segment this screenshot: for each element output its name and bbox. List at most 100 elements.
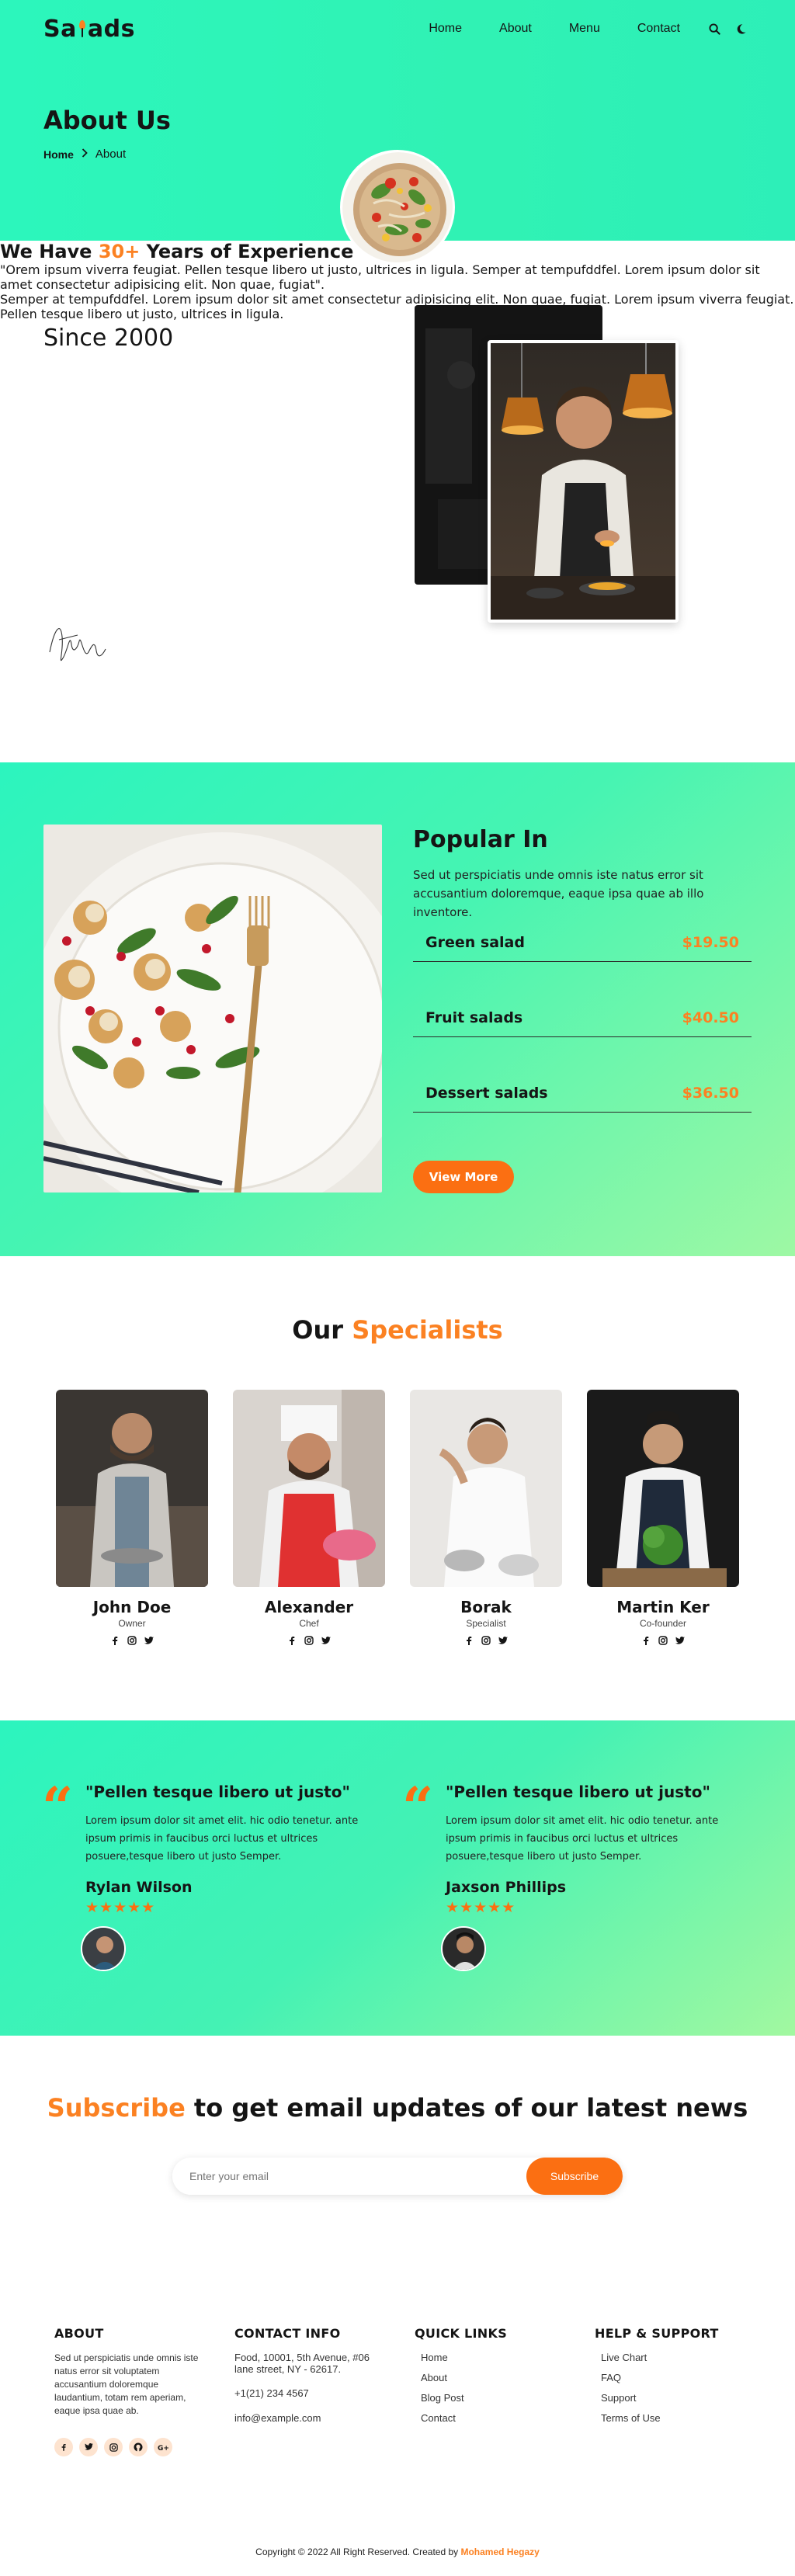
since-label: Since 2000 xyxy=(43,325,174,352)
specialist-photo xyxy=(410,1390,562,1587)
facebook-icon[interactable] xyxy=(109,1635,120,1646)
footer-link-contact[interactable]: Contact xyxy=(415,2412,554,2424)
menu-item-name: Fruit salads xyxy=(425,1009,523,1026)
avatar xyxy=(441,1926,486,1971)
menu-item-name: Dessert salads xyxy=(425,1084,548,1102)
popular-title: Popular In xyxy=(413,826,548,853)
footer-link-terms[interactable]: Terms of Use xyxy=(595,2412,742,2424)
facebook-icon[interactable] xyxy=(286,1635,297,1646)
nav-about[interactable]: About xyxy=(481,22,550,36)
moon-icon[interactable] xyxy=(730,18,752,40)
twitter-icon[interactable] xyxy=(321,1635,332,1646)
chevron-right-icon xyxy=(82,148,88,161)
specialist-name: Martin Ker xyxy=(616,1598,710,1616)
facebook-icon[interactable] xyxy=(463,1635,474,1646)
footer-about-text: Sed ut perspiciatis unde omnis iste natu… xyxy=(54,2352,199,2416)
footer-quick-title: QUICK LINKS xyxy=(415,2326,508,2341)
subscribe-form: Subscribe xyxy=(172,2158,623,2195)
logo-text-right: ads xyxy=(87,15,135,43)
specialist-name: Borak xyxy=(460,1598,512,1616)
testimonial-body: Lorem ipsum dolor sit amet elit. hic odi… xyxy=(85,1815,359,1863)
specialists-title: Our Specialists xyxy=(292,1315,503,1345)
footer-link-faq[interactable]: FAQ xyxy=(595,2372,742,2383)
instagram-icon[interactable] xyxy=(304,1635,314,1646)
testimonial-body: Lorem ipsum dolor sit amet elit. hic odi… xyxy=(446,1815,719,1863)
footer-contact-title: CONTACT INFO xyxy=(234,2326,341,2341)
view-more-button[interactable]: View More xyxy=(413,1161,514,1193)
specialist-photo xyxy=(233,1390,385,1587)
main-menu: Home About Menu Contact xyxy=(410,18,752,40)
testimonial-author: Rylan Wilson xyxy=(85,1879,193,1896)
search-icon[interactable] xyxy=(703,18,725,40)
instagram-icon[interactable] xyxy=(658,1635,668,1646)
specialist-card: John Doe Owner xyxy=(56,1390,208,1646)
specialist-role: Specialist xyxy=(466,1618,506,1629)
nav-menu[interactable]: Menu xyxy=(550,22,619,36)
menu-item-price: $36.50 xyxy=(682,1084,739,1102)
menu-item-green-salad[interactable]: Green salad $19.50 xyxy=(413,923,752,962)
specialist-name: Alexander xyxy=(264,1598,354,1616)
specialist-role: Chef xyxy=(299,1618,319,1629)
twitter-icon[interactable] xyxy=(144,1635,154,1646)
subscribe-button[interactable]: Subscribe xyxy=(526,2158,623,2195)
facebook-icon[interactable] xyxy=(54,2438,73,2456)
footer-quick-links: QUICK LINKS Home About Blog Post Contact xyxy=(415,2326,554,2432)
signature-image xyxy=(43,613,113,679)
nav-home[interactable]: Home xyxy=(410,22,481,36)
copyright-text: Copyright © 2022 All Right Reserved. Cre… xyxy=(255,2546,461,2557)
menu-item-fruit-salads[interactable]: Fruit salads $40.50 xyxy=(413,998,752,1037)
logo-text-left: Sa xyxy=(43,15,77,43)
rating-stars: ★★★★★ xyxy=(85,1899,156,1916)
footer-help-title: HELP & SUPPORT xyxy=(595,2326,719,2341)
instagram-icon[interactable] xyxy=(104,2438,123,2456)
testimonial-card: “ "Pellen tesque libero ut justo" Lorem … xyxy=(42,1775,377,1984)
specialist-social xyxy=(233,1635,385,1646)
breadcrumb-home[interactable]: Home xyxy=(43,148,74,161)
hero-banner: Sa ads Home About Menu Contact About Us H… xyxy=(0,0,795,265)
svg-text:G+: G+ xyxy=(158,2445,168,2451)
popular-section: Popular In Sed ut perspiciatis unde omni… xyxy=(0,762,795,1256)
copyright: Copyright © 2022 All Right Reserved. Cre… xyxy=(0,2546,795,2557)
specialist-social xyxy=(410,1635,562,1646)
nav-contact[interactable]: Contact xyxy=(619,22,699,36)
page-title: About Us xyxy=(43,106,171,135)
footer-link-about[interactable]: About xyxy=(415,2372,554,2383)
testimonials-section: “ "Pellen tesque libero ut justo" Lorem … xyxy=(0,1720,795,2036)
footer-social: G+ xyxy=(54,2438,172,2456)
logo[interactable]: Sa ads xyxy=(43,16,135,43)
subscribe-title: Subscribe to get email updates of our la… xyxy=(47,2093,748,2123)
twitter-icon[interactable] xyxy=(675,1635,686,1646)
footer-link-support[interactable]: Support xyxy=(595,2392,742,2404)
footer-link-home[interactable]: Home xyxy=(415,2352,554,2363)
menu-item-name: Green salad xyxy=(425,933,525,951)
menu-item-price: $40.50 xyxy=(682,1009,739,1026)
google-plus-icon[interactable]: G+ xyxy=(154,2438,172,2456)
facebook-icon[interactable] xyxy=(641,1635,651,1646)
breadcrumb-current: About xyxy=(95,148,127,161)
instagram-icon[interactable] xyxy=(127,1635,137,1646)
footer-link-blog-post[interactable]: Blog Post xyxy=(415,2392,554,2404)
footer-link-live-chart[interactable]: Live Chart xyxy=(595,2352,742,2363)
testimonial-title: "Pellen tesque libero ut justo" xyxy=(446,1783,710,1801)
chef-cooking-image xyxy=(488,340,679,623)
popular-description: Sed ut perspiciatis unde omnis iste natu… xyxy=(413,868,704,919)
twitter-icon[interactable] xyxy=(79,2438,98,2456)
breadcrumb: Home About xyxy=(43,148,126,161)
specialist-name: John Doe xyxy=(92,1598,172,1616)
quote-mark-icon: “ xyxy=(42,1775,74,1839)
quote-mark-icon: “ xyxy=(402,1775,434,1839)
footer-address: Food, 10001, 5th Avenue, #06 lane street… xyxy=(234,2352,370,2375)
email-input[interactable] xyxy=(172,2158,526,2195)
footer-about: ABOUT Sed ut perspiciatis unde omnis ist… xyxy=(54,2326,202,2418)
github-icon[interactable] xyxy=(129,2438,148,2456)
menu-item-dessert-salads[interactable]: Dessert salads $36.50 xyxy=(413,1074,752,1113)
copyright-author-link[interactable]: Mohamed Hegazy xyxy=(460,2546,539,2557)
specialist-card: Borak Specialist xyxy=(410,1390,562,1646)
footer-email[interactable]: info@example.com xyxy=(234,2411,390,2425)
footer-about-title: ABOUT xyxy=(54,2326,104,2341)
specialist-photo xyxy=(587,1390,739,1587)
specialist-role: Owner xyxy=(118,1618,146,1629)
footer-phone[interactable]: +1(21) 234 4567 xyxy=(234,2387,390,2400)
instagram-icon[interactable] xyxy=(481,1635,491,1646)
twitter-icon[interactable] xyxy=(498,1635,509,1646)
